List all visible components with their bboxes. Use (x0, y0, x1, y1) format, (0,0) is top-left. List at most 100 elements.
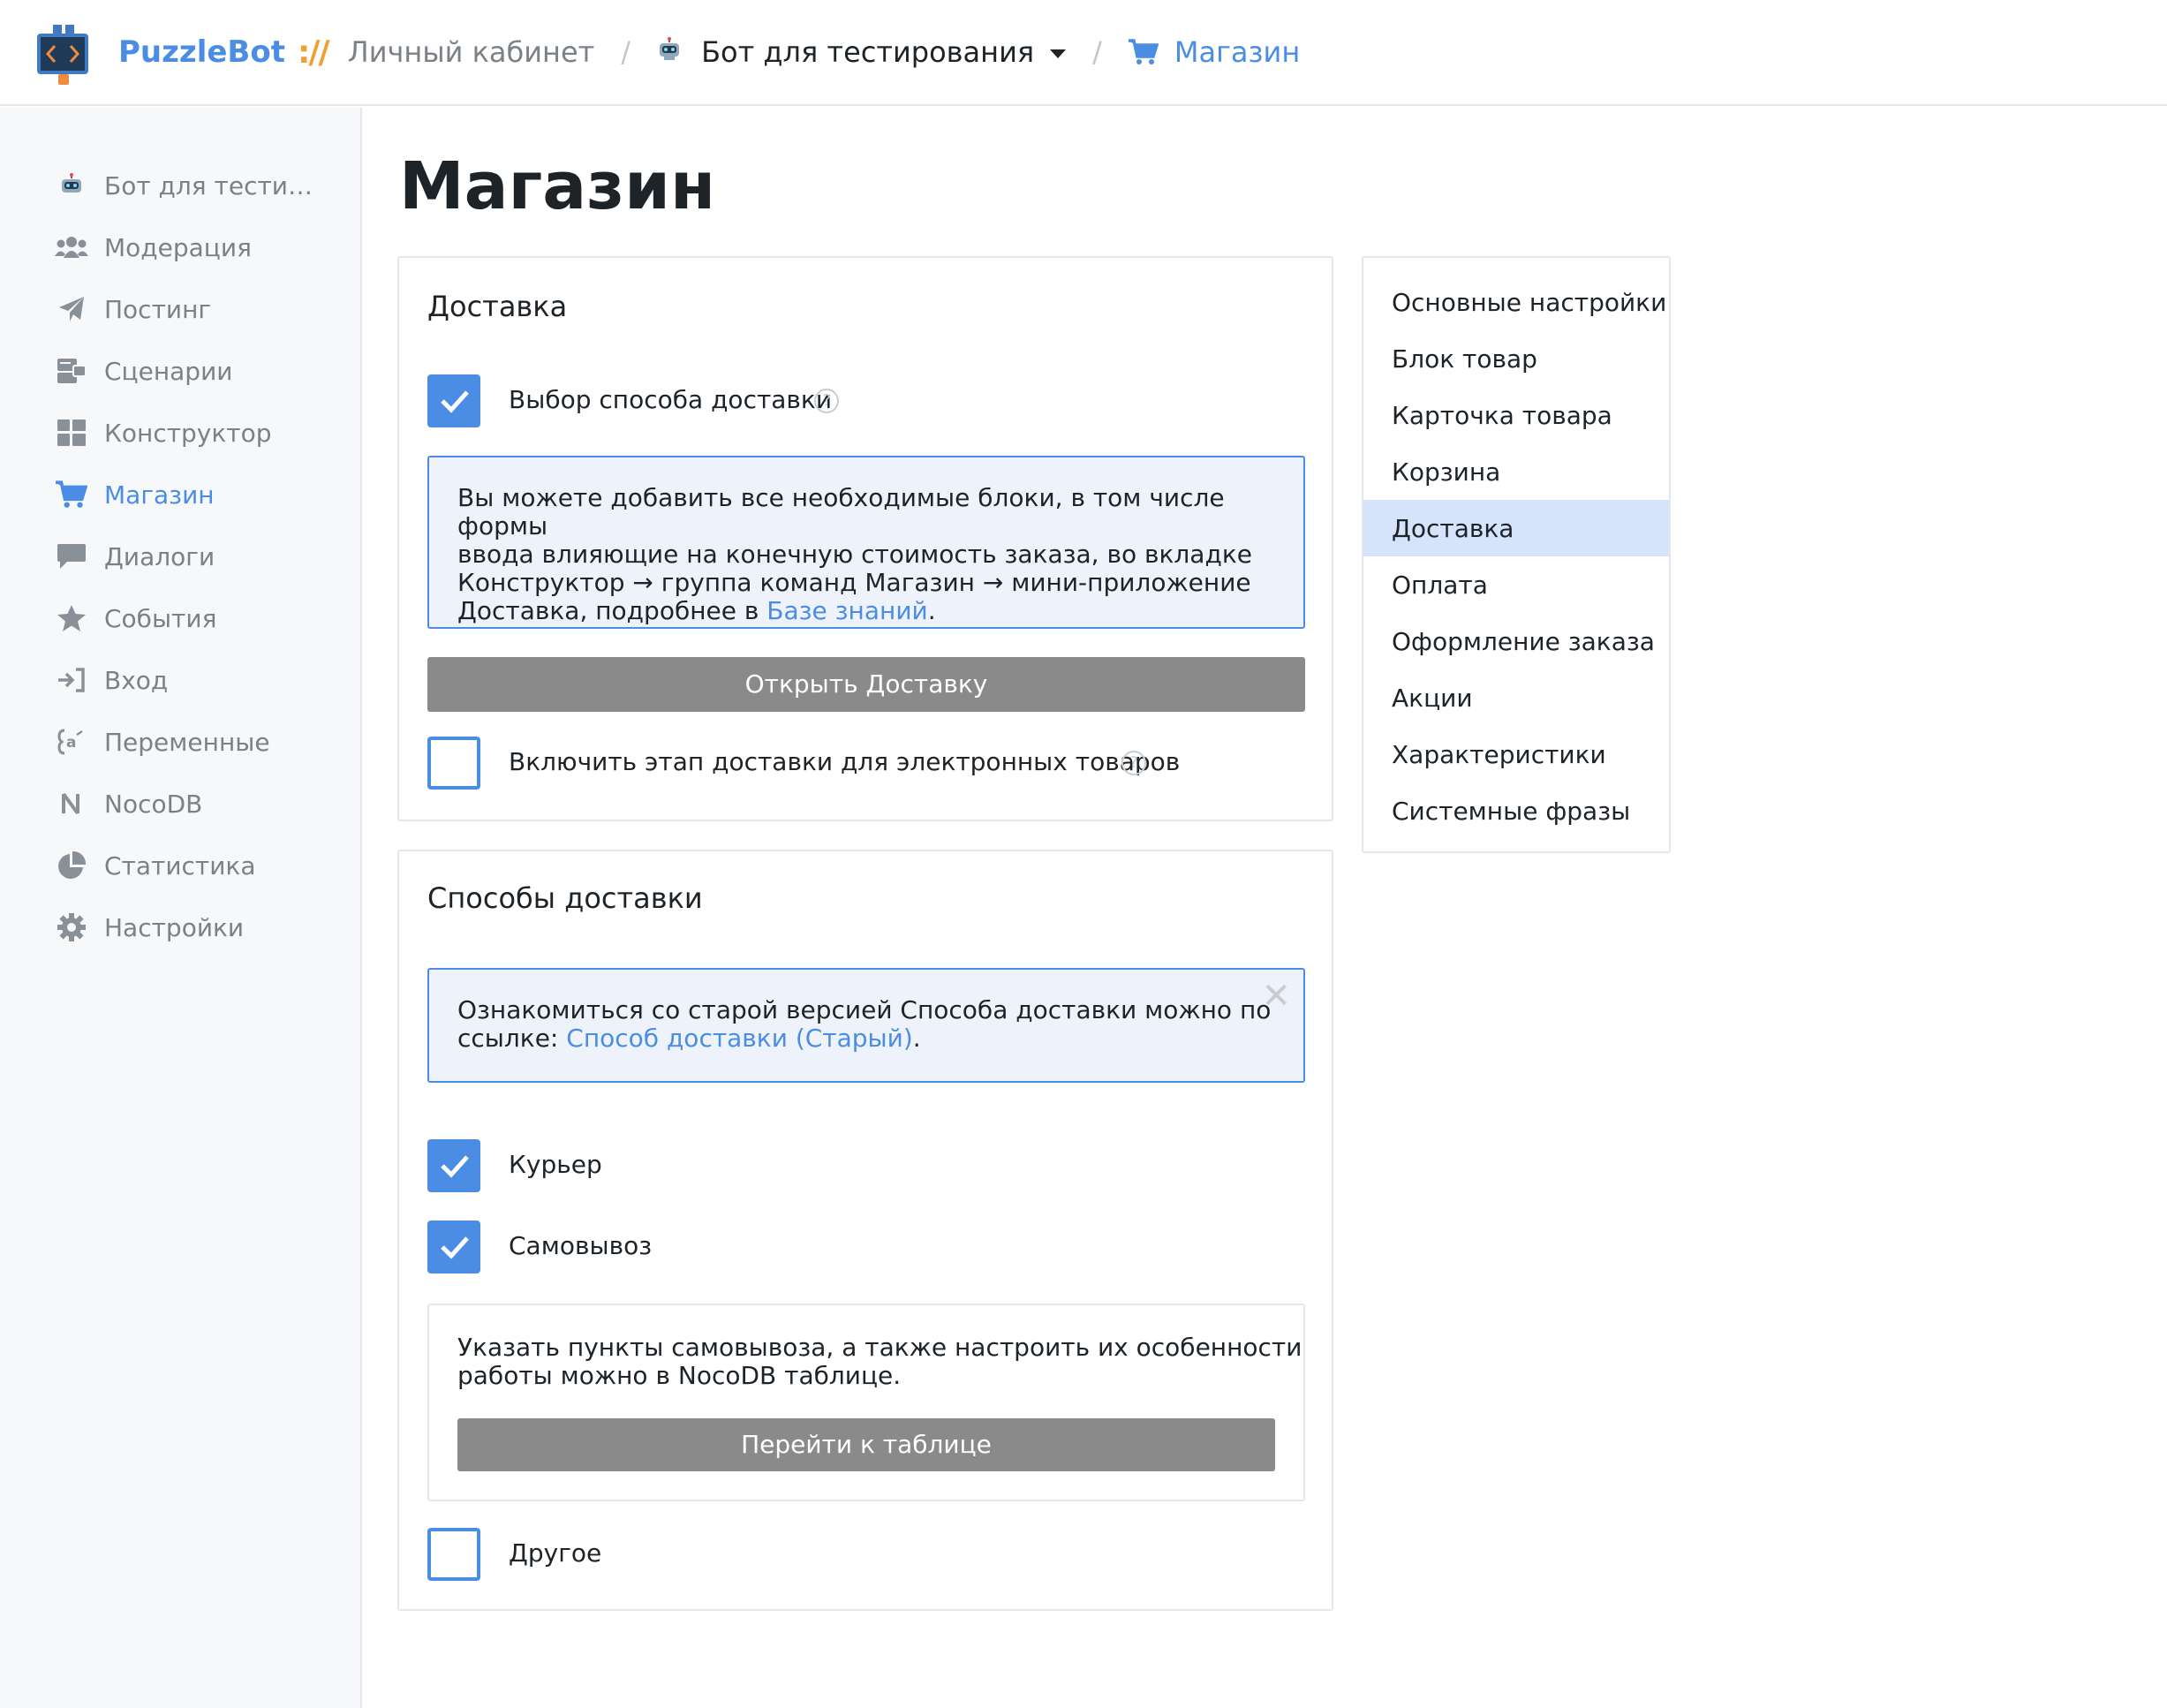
delivery-method-label: Выбор способа доставки (509, 385, 833, 414)
nav-item-product-block[interactable]: Блок товар (1363, 330, 1669, 387)
variable-icon: a (55, 725, 88, 759)
scenarios-icon (55, 354, 88, 388)
grid-icon (55, 416, 88, 450)
sidebar-item-statistics[interactable]: Статистика (55, 839, 256, 892)
help-icon[interactable]: ? (814, 389, 839, 413)
nav-item-characteristics[interactable]: Характеристики (1363, 726, 1669, 782)
bot-selector-label: Бот для тестирования (701, 35, 1035, 69)
shop-settings-nav: Основные настройки Блок товар Карточка т… (1362, 256, 1671, 853)
sidebar-item-constructor[interactable]: Конструктор (55, 406, 272, 459)
paper-plane-icon (55, 292, 88, 326)
delivery-info-line: ввода влияющие на конечную стоимость зак… (457, 540, 1252, 569)
bot-selector[interactable]: Бот для тестирования (657, 35, 1067, 69)
chevron-down-icon (1050, 49, 1067, 58)
sidebar-item-dialogs[interactable]: Диалоги (55, 530, 215, 583)
sidebar-item-login[interactable]: Вход (55, 654, 168, 707)
sidebar-item-label: Переменные (104, 727, 270, 757)
pie-chart-icon (55, 849, 88, 882)
sidebar-item-label: Постинг (104, 294, 212, 324)
courier-checkbox[interactable] (427, 1139, 480, 1192)
breadcrumb-current-label: Магазин (1174, 35, 1301, 69)
sidebar-item-label: Модерация (104, 232, 252, 262)
star-icon (55, 601, 88, 635)
pickup-label: Самовывоз (509, 1231, 653, 1260)
help-icon[interactable]: ? (1121, 751, 1146, 775)
go-to-table-button[interactable]: Перейти к таблице (457, 1418, 1275, 1471)
digital-delivery-label: Включить этап доставки для электронных т… (509, 747, 1181, 776)
brand-name[interactable]: PuzzleBot (118, 34, 285, 70)
other-checkbox[interactable] (427, 1528, 480, 1581)
delivery-card-title: Доставка (427, 290, 568, 323)
breadcrumb-current: Магазин (1128, 35, 1301, 69)
delivery-card: Доставка Выбор способа доставки ? Вы мож… (397, 256, 1333, 821)
cart-icon (55, 478, 88, 511)
sidebar-item-label: Настройки (104, 912, 245, 942)
courier-label: Курьер (509, 1150, 602, 1179)
chat-icon (55, 540, 88, 573)
nav-item-checkout[interactable]: Оформление заказа (1363, 613, 1669, 669)
delivery-info-line: Конструктор → группа команд Магазин → ми… (457, 568, 1251, 597)
sidebar-item-label: Бот для тести… (104, 170, 313, 200)
puzzlebot-logo-icon[interactable] (34, 23, 92, 85)
robot-icon (657, 35, 682, 69)
digital-delivery-checkbox[interactable] (427, 737, 480, 790)
check-icon (441, 1155, 469, 1178)
notice-line: Ознакомиться со старой версией Способа д… (457, 995, 1272, 1024)
old-delivery-link[interactable]: Способ доставки (Старый) (566, 1024, 913, 1053)
sidebar-item-label: Статистика (104, 850, 256, 880)
breadcrumb-cabinet[interactable]: Личный кабинет (348, 35, 595, 69)
sidebar-item-label: Конструктор (104, 418, 272, 448)
sidebar-item-bot[interactable]: Бот для тести… (55, 159, 313, 212)
users-icon (55, 231, 88, 264)
sidebar-item-label: Сценарии (104, 356, 233, 386)
delivery-info-box: Вы можете добавить все необходимые блоки… (427, 456, 1305, 629)
cart-icon (1128, 39, 1159, 64)
nav-item-payment[interactable]: Оплата (1363, 556, 1669, 613)
delivery-method-checkbox[interactable] (427, 374, 480, 427)
robot-icon (55, 169, 88, 202)
pickup-settings-text: Указать пункты самовывоза, а также настр… (457, 1333, 1302, 1390)
delivery-methods-title: Способы доставки (427, 881, 703, 915)
sidebar-item-posting[interactable]: Постинг (55, 283, 211, 336)
sidebar-item-scenarios[interactable]: Сценарии (55, 344, 232, 397)
gear-icon (55, 911, 88, 944)
sidebar-item-moderation[interactable]: Модерация (55, 221, 252, 274)
knowledge-base-link[interactable]: Базе знаний (766, 596, 927, 625)
nocodb-icon (55, 787, 88, 820)
sidebar-item-label: События (104, 603, 217, 633)
sidebar-item-settings[interactable]: Настройки (55, 901, 244, 954)
delivery-methods-card: Способы доставки Ознакомиться со старой … (397, 850, 1333, 1611)
delivery-info-line: Вы можете добавить все необходимые блоки… (457, 483, 1225, 540)
sidebar-item-label: Магазин (104, 480, 215, 510)
sidebar-item-label: Вход (104, 665, 169, 695)
top-header: PuzzleBot :// Личный кабинет / Бот для т… (0, 0, 2167, 106)
open-delivery-button[interactable]: Открыть Доставку (427, 657, 1305, 712)
nav-item-cart[interactable]: Корзина (1363, 443, 1669, 500)
nav-item-system-phrases[interactable]: Системные фразы (1363, 782, 1669, 839)
page-title: Магазин (399, 148, 716, 224)
check-icon (441, 390, 469, 413)
delivery-info-line: Доставка, подробнее в Базе знаний. (457, 596, 936, 625)
sidebar-item-nocodb[interactable]: NocoDB (55, 777, 202, 830)
pickup-checkbox[interactable] (427, 1221, 480, 1273)
sidebar-item-events[interactable]: События (55, 592, 216, 645)
old-version-notice: Ознакомиться со старой версией Способа д… (427, 968, 1305, 1083)
sidebar-item-label: Диалоги (104, 541, 215, 571)
sidebar: Бот для тести… Модерация Постинг Сценари… (0, 108, 362, 1708)
nav-item-delivery[interactable]: Доставка (1363, 500, 1669, 556)
close-icon[interactable]: ✕ (1261, 979, 1291, 1014)
nav-item-product-card[interactable]: Карточка товара (1363, 387, 1669, 443)
nav-item-promotions[interactable]: Акции (1363, 669, 1669, 726)
pickup-settings-box: Указать пункты самовывоза, а также настр… (427, 1304, 1305, 1501)
nav-item-main-settings[interactable]: Основные настройки (1363, 274, 1669, 330)
sign-in-icon (55, 663, 88, 697)
sidebar-item-shop[interactable]: Магазин (55, 468, 215, 521)
breadcrumb-separator: / (1092, 35, 1102, 69)
sidebar-item-label: NocoDB (104, 789, 203, 819)
svg-text:a: a (66, 734, 76, 752)
brand-slashes: :// (297, 34, 330, 71)
breadcrumb-separator: / (621, 35, 631, 69)
notice-line: ссылке: Способ доставки (Старый). (457, 1024, 921, 1053)
check-icon (441, 1236, 469, 1259)
sidebar-item-variables[interactable]: a Переменные (55, 715, 270, 768)
